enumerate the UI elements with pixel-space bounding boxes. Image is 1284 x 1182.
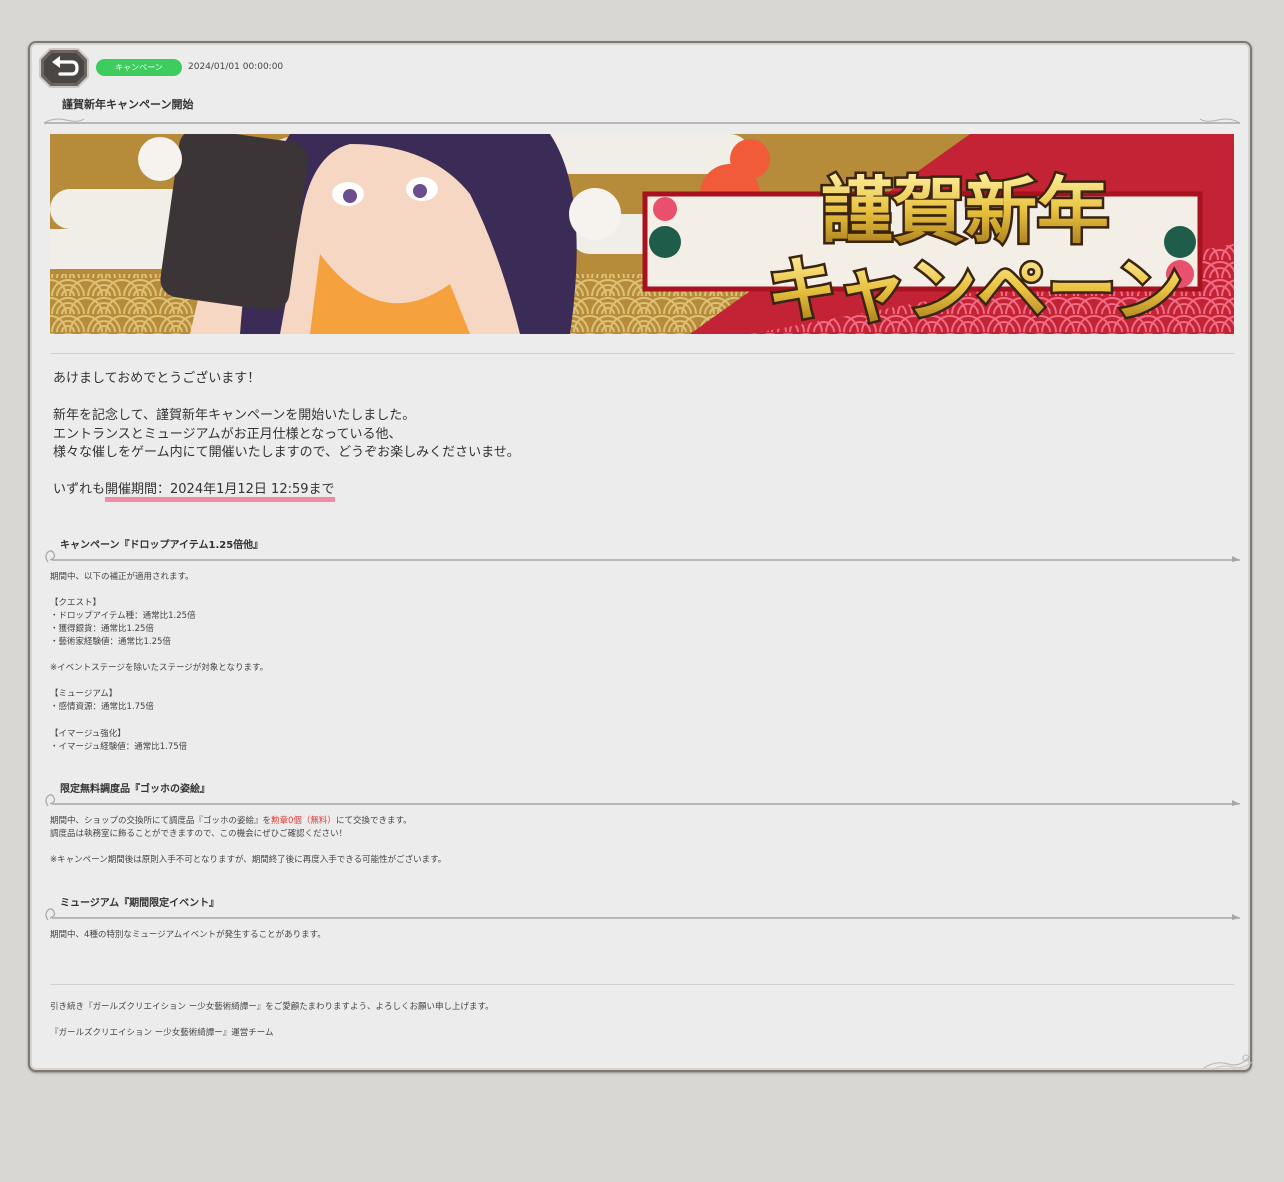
- banner-divider: [50, 353, 1234, 354]
- sec1-line: ・ドロップアイテム種：通常比1.25倍: [50, 611, 196, 621]
- banner-title-line1: 謹賀新年: [821, 169, 1109, 253]
- sec2-text: 期間中、ショップの交換所にて調度品『ゴッホの姿絵』を: [50, 816, 272, 826]
- sec1-line: 【イマージュ強化】: [50, 729, 126, 739]
- period-highlight: 開催期間：2024年1月12日 12:59まで: [105, 482, 335, 502]
- category-badge: キャンペーン: [96, 59, 182, 76]
- campaign-banner: 謹賀新年 キャンペーン: [50, 134, 1234, 334]
- period-line: いずれも開催期間：2024年1月12日 12:59まで: [53, 481, 335, 502]
- back-arrow-icon: [39, 48, 89, 88]
- back-button[interactable]: [38, 47, 90, 89]
- title-divider: [44, 118, 1240, 124]
- section-divider: [45, 908, 1240, 921]
- free-cost-text: 勲章0個（無料）: [271, 816, 336, 826]
- section-heading-drop: キャンペーン『ドロップアイテム1.25倍他』: [60, 540, 264, 551]
- sec2-line-1: 期間中、ショップの交換所にて調度品『ゴッホの姿絵』を勲章0個（無料）にて交換でき…: [50, 815, 412, 828]
- sec1-line: ・イマージュ経験値：通常比1.75倍: [50, 742, 188, 752]
- sec1-line: ・獲得銀貨：通常比1.25倍: [50, 624, 154, 634]
- intro-line-1: 新年を記念して、謹賀新年キャンペーンを開始いたしました。: [53, 408, 416, 423]
- section-divider: [45, 794, 1240, 807]
- corner-ornament: [1203, 1054, 1253, 1071]
- section-divider: [45, 550, 1240, 563]
- sec1-line: ・感情資源：通常比1.75倍: [50, 702, 154, 712]
- banner-illustration: 謹賀新年 キャンペーン: [50, 134, 1234, 334]
- intro-line-2: エントランスとミュージアムがお正月仕様となっている他、: [53, 427, 402, 442]
- sec1-line: ・藝術家経験値：通常比1.25倍: [50, 637, 171, 647]
- sec1-line: 【ミュージアム】: [50, 689, 118, 699]
- footer-line-1: 引き続き『ガールズクリエイション ー少女藝術綺譚ー』をご愛顧たまわりますよう、よ…: [50, 1002, 494, 1012]
- intro-line-3: 様々な催しをゲーム内にて開催いたしますので、どうぞお楽しみくださいませ。: [53, 445, 520, 460]
- sec2-text: にて交換できます。: [335, 816, 412, 826]
- notice-title: 謹賀新年キャンペーン開始: [62, 98, 194, 111]
- sec1-line: 期間中、以下の補正が適用されます。: [50, 572, 194, 582]
- period-prefix: いずれも: [53, 482, 106, 497]
- footer-divider: [50, 984, 1234, 985]
- sec1-line: 【クエスト】: [50, 598, 102, 608]
- sec1-line: ※イベントステージを除いたステージが対象となります。: [50, 663, 269, 673]
- sec3-line-1: 期間中、4種の特別なミュージアムイベントが発生することがあります。: [50, 930, 326, 940]
- greeting-text: あけましておめでとうございます！: [53, 371, 261, 386]
- banner-title-line2: キャンペーン: [767, 249, 1184, 331]
- section-heading-museum: ミュージアム『期間限定イベント』: [60, 898, 220, 909]
- sec2-line-4: ※キャンペーン期間後は原則入手不可となりますが、期間終了後に再度入手できる可能性…: [50, 855, 447, 865]
- footer-signature: 『ガールズクリエイション ー少女藝術綺譚ー』運営チーム: [50, 1028, 274, 1038]
- post-date: 2024/01/01 00:00:00: [188, 62, 284, 72]
- section-heading-free-item: 限定無料調度品『ゴッホの姿絵』: [60, 784, 210, 795]
- sec2-line-2: 調度品は執務室に飾ることができますので、この機会にぜひご確認ください！: [50, 829, 348, 839]
